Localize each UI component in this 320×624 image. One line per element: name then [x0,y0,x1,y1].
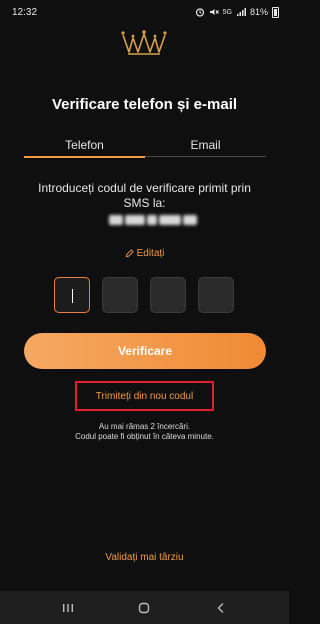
tab-email[interactable]: Email [145,138,266,157]
page-title: Verificare telefon și e-mail [51,96,238,113]
system-nav-bar [0,591,289,624]
alarm-icon [195,8,204,17]
masked-phone-number [109,212,197,228]
instruction-text: Introduceți codul de verificare primit p… [38,181,251,210]
code-digit-1[interactable] [54,277,90,313]
code-digit-4[interactable] [198,277,234,313]
mute-icon [209,9,219,15]
signal-icon [236,8,246,16]
resend-code-link[interactable]: Trimiteți din nou codul [96,391,193,402]
home-button[interactable] [129,596,159,620]
verification-tabs: Telefon Email [24,138,266,158]
recent-apps-button[interactable] [53,596,83,620]
battery-icon [272,6,279,18]
network-type: 5G [222,8,232,16]
validate-later-link[interactable]: Validați mai târziu [0,552,289,563]
resend-highlight-box: Trimiteți din nou codul [75,381,214,411]
home-icon [139,602,150,613]
attempts-remaining: Au mai rămas 2 încercări. [98,422,191,431]
tab-phone[interactable]: Telefon [24,138,145,158]
back-icon [217,602,224,613]
code-digit-3[interactable] [150,277,186,313]
verify-button[interactable]: Verificare [24,333,266,369]
code-wait-note: Codul poate fi obținut în câteva minute. [75,432,214,441]
code-digit-2[interactable] [102,277,138,313]
back-button[interactable] [206,596,236,620]
pencil-icon [125,249,134,258]
attempts-info: Au mai rămas 2 încercări. Codul poate fi… [0,422,289,442]
status-time: 12:32 [12,6,38,18]
code-input-row [54,277,234,313]
edit-link[interactable]: Editați [0,248,289,259]
crown-logo-icon [121,30,167,55]
edit-label: Editați [136,248,165,259]
text-caret [72,289,73,303]
status-icons: 5G 81% [195,6,279,18]
recent-apps-icon [63,603,74,612]
battery-percent: 81% [249,7,268,17]
status-bar: 12:32 5G 81% [0,0,289,24]
